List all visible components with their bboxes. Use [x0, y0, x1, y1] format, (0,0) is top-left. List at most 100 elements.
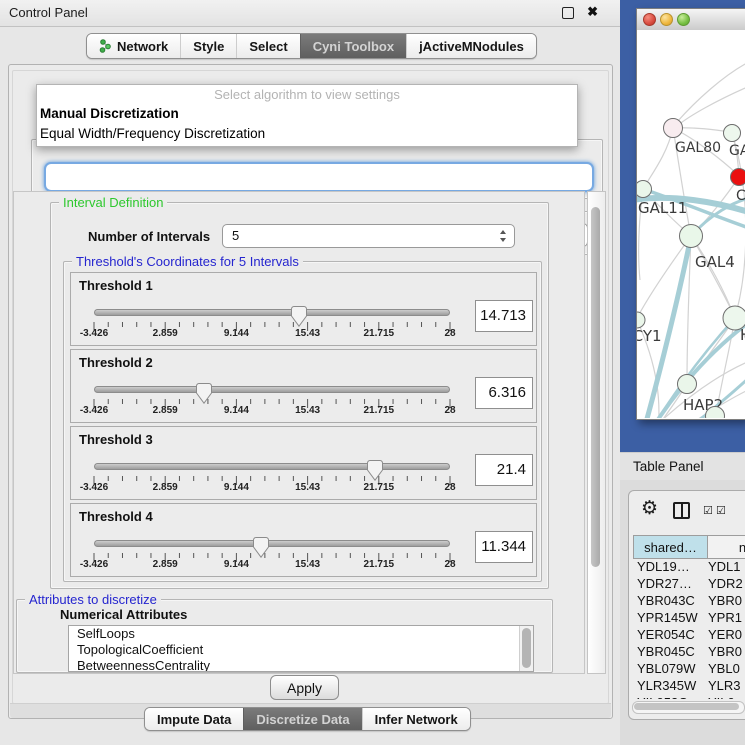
slider-handle[interactable] [367, 460, 383, 481]
table-row[interactable]: YBL079WYBL0 [633, 661, 745, 678]
tab-discretize-data[interactable]: Discretize Data [243, 708, 361, 730]
axis-tick-label: 28 [425, 328, 475, 339]
threshold-4-panel: Threshold 4-3.4262.8599.14415.4321.71528… [70, 503, 537, 577]
numerical-attributes-heading: Numerical Attributes [60, 607, 187, 622]
settings-vertical-scrollbar[interactable] [587, 191, 606, 674]
network-icon [99, 39, 111, 53]
tab-jactivemnodules[interactable]: jActiveMNodules [406, 34, 536, 58]
slider-track[interactable] [94, 540, 450, 547]
table-row[interactable]: YLR345WYLR3 [633, 678, 745, 695]
network-edge[interactable] [677, 85, 745, 126]
attributes-group-title: Attributes to discretize [25, 592, 161, 607]
table-panel-body: ⚙ ☑ ☑ shared… n YDL19…YDL1YDR27…YDR2YBR0… [620, 480, 745, 745]
checkbox-icon[interactable]: ☑ [703, 504, 713, 517]
dropdown-option-equal-width-frequency-discretization[interactable]: Equal Width/Frequency Discretization [37, 124, 577, 144]
apply-button[interactable]: Apply [270, 675, 339, 700]
axis-tick-label: 2.859 [140, 405, 190, 416]
threshold-value-field[interactable]: 11.344 [475, 531, 533, 563]
tab-style[interactable]: Style [180, 34, 236, 58]
network-node-gal80[interactable] [664, 119, 683, 138]
discretization-algorithm-group: Discretization Algorithm [31, 139, 603, 199]
cyni-toolbox-panel: Discretization Algorithm Table Data galF… [8, 64, 613, 719]
shared-name-cell: YDR27… [633, 576, 708, 593]
table-horizontal-scrollbar[interactable] [632, 701, 745, 714]
network-node-gcy1[interactable] [637, 312, 645, 328]
numerical-attributes-list[interactable]: SelfLoopsTopologicalCoefficientBetweenne… [68, 625, 534, 672]
network-edge[interactable] [643, 128, 673, 189]
network-node-gal4[interactable] [680, 225, 703, 248]
axis-tick-label: 2.859 [140, 482, 190, 493]
threshold-value-field[interactable]: 14.713 [475, 300, 533, 332]
network-canvas[interactable]: GAL80GACGAL11GAL4GCY1HHAP2 [637, 30, 745, 418]
tab-cyni-toolbox[interactable]: Cyni Toolbox [300, 34, 406, 58]
tab-network[interactable]: Network [87, 34, 180, 58]
close-icon[interactable]: ✖ [587, 4, 598, 20]
dropdown-option-manual-discretization[interactable]: Manual Discretization [37, 104, 577, 124]
close-traffic-light-icon[interactable] [643, 13, 656, 26]
network-node-gal11[interactable] [637, 181, 652, 198]
network-edge[interactable] [677, 58, 745, 122]
slider-handle[interactable] [253, 537, 269, 558]
network-node-hap2[interactable] [678, 375, 697, 394]
table-row[interactable]: YBR045CYBR0 [633, 644, 745, 661]
tab-select[interactable]: Select [236, 34, 299, 58]
network-node-label: C [736, 188, 745, 204]
table-row[interactable]: YIL053CYIL0 [633, 695, 745, 699]
network-node-ga[interactable] [724, 125, 741, 142]
column-header-name[interactable]: n [708, 535, 745, 559]
slider-handle[interactable] [196, 383, 212, 404]
threshold-value-field[interactable]: 6.316 [475, 377, 533, 409]
tab-impute-data[interactable]: Impute Data [145, 708, 243, 730]
table-horizontal-scrollbar-thumb[interactable] [634, 703, 739, 710]
columns-icon[interactable] [673, 502, 690, 519]
stepper-arrows-icon [500, 230, 507, 242]
column-header-shared-name[interactable]: shared… [633, 535, 708, 559]
settings-scroll-area: Interval Definition Number of Intervals … [13, 191, 585, 674]
tab-label: Select [249, 39, 287, 54]
table-row[interactable]: YDL19…YDL1 [633, 559, 745, 576]
table-row[interactable]: YDR27…YDR2 [633, 576, 745, 593]
slider-track[interactable] [94, 463, 450, 470]
axis-tick-label: 21.715 [354, 559, 404, 570]
axis-tick-label: 9.144 [211, 482, 261, 493]
axis-tick-label: 28 [425, 482, 475, 493]
algorithm-select[interactable] [44, 162, 594, 192]
name-cell: YDL1 [708, 559, 745, 576]
zoom-traffic-light-icon[interactable] [677, 13, 690, 26]
network-node-c[interactable] [731, 169, 745, 186]
number-of-intervals-label: Number of Intervals [88, 229, 210, 244]
attribute-list-item[interactable]: BetweennessCentrality [69, 658, 533, 672]
name-cell: YPR1 [708, 610, 745, 627]
table-row[interactable]: YBR043CYBR0 [633, 593, 745, 610]
tab-label: Impute Data [157, 712, 231, 727]
shared-name-cell: YDL19… [633, 559, 708, 576]
slider-handle[interactable] [291, 306, 307, 327]
network-node-label: GAL4 [695, 253, 735, 271]
settings-scrollbar-thumb[interactable] [591, 207, 600, 567]
float-window-icon[interactable] [562, 7, 574, 19]
name-cell: YDR2 [708, 576, 745, 593]
tab-infer-network[interactable]: Infer Network [362, 708, 470, 730]
threshold-value-field[interactable]: 21.4 [475, 454, 533, 486]
table-row[interactable]: YER054CYER0 [633, 627, 745, 644]
checkbox-icon[interactable]: ☑ [716, 504, 726, 517]
attribute-list-item[interactable]: SelfLoops [69, 626, 533, 642]
gear-icon[interactable]: ⚙ [641, 497, 658, 519]
table-row[interactable]: YPR145WYPR1 [633, 610, 745, 627]
thresholds-group-title: Threshold's Coordinates for 5 Intervals [72, 254, 303, 269]
table-panel-title: Table Panel [633, 459, 704, 474]
control-panel-titlebar: Control Panel ✖ [0, 0, 620, 27]
slider-track[interactable] [94, 309, 450, 316]
list-scrollbar[interactable] [519, 626, 533, 671]
network-node-label: GCY1 [637, 327, 662, 345]
list-scrollbar-thumb[interactable] [522, 628, 531, 668]
threshold-label: Threshold 3 [79, 432, 153, 447]
attribute-list-item[interactable]: TopologicalCoefficient [69, 642, 533, 658]
dropdown-prompt-item[interactable]: Select algorithm to view settings [37, 85, 577, 104]
minimize-traffic-light-icon[interactable] [660, 13, 673, 26]
control-panel-title: Control Panel [9, 5, 88, 20]
slider-track[interactable] [94, 386, 450, 393]
number-of-intervals-select[interactable]: 5 [222, 224, 515, 248]
axis-tick-label: 15.43 [283, 405, 333, 416]
axis-tick-label: -3.426 [69, 482, 119, 493]
